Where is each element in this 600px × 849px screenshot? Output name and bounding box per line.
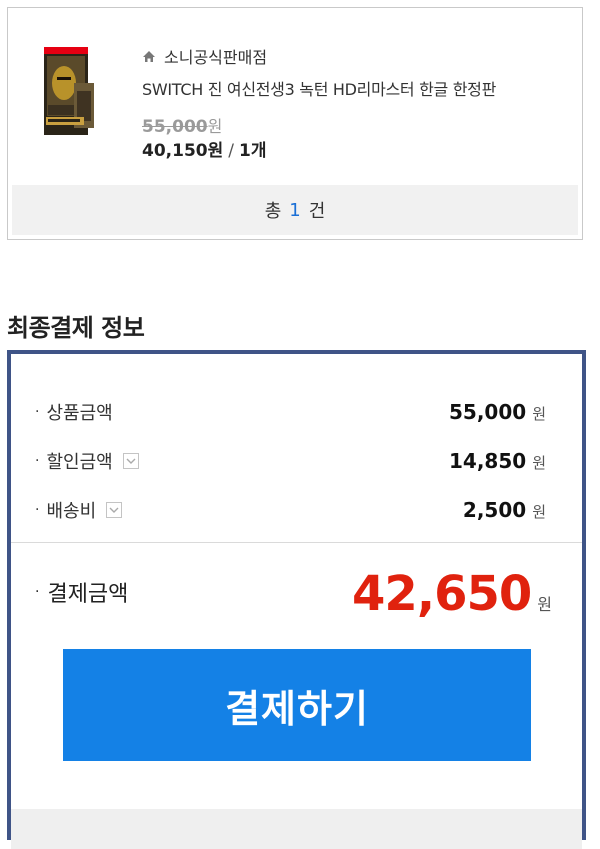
row-value: 55,000 (449, 400, 527, 424)
order-card: 소니공식판매점 SWITCH 진 여신전생3 녹턴 HD리마스터 한글 한정판 … (7, 7, 583, 240)
final-amount-label: · 결제금액 (35, 576, 128, 608)
row-value: 14,850 (449, 449, 527, 473)
final-amount-value: 42,650 (352, 566, 532, 622)
discount-detail-toggle[interactable] (122, 453, 139, 469)
divider (11, 542, 582, 543)
bullet: · (35, 453, 40, 469)
row-unit: 원 (532, 503, 546, 521)
final-amount-unit: 원 (537, 595, 552, 614)
sale-price-row: 40,150원 / 1개 (142, 136, 266, 161)
row-unit: 원 (532, 405, 546, 423)
home-icon (142, 49, 156, 63)
price-separator: / (228, 141, 234, 161)
total-prefix: 총 (264, 201, 282, 222)
total-suffix: 건 (308, 201, 326, 222)
original-price-value: 55,000 (142, 117, 208, 137)
shipping-detail-toggle[interactable] (106, 502, 123, 518)
bullet: · (35, 404, 40, 420)
order-total-bar: 총 1 건 (12, 185, 578, 235)
final-amount: 42,650 원 (352, 566, 552, 622)
product-name[interactable]: SWITCH 진 여신전생3 녹턴 HD리마스터 한글 한정판 (142, 76, 496, 100)
total-count: 1 (289, 199, 301, 221)
bullet: · (35, 502, 40, 518)
row-value: 2,500 (462, 498, 527, 522)
row-product-amount: · 상품금액 55,000 원 (35, 397, 546, 427)
row-unit: 원 (532, 454, 546, 472)
product-thumbnail[interactable] (44, 43, 96, 138)
sale-price: 40,150원 (142, 141, 224, 161)
row-label: 상품금액 (46, 403, 113, 424)
chevron-down-icon (126, 458, 136, 464)
shop-info[interactable]: 소니공식판매점 (142, 44, 267, 68)
pay-button[interactable]: 결제하기 (63, 649, 531, 761)
original-price: 55,000 원 (142, 113, 222, 137)
row-discount-amount: · 할인금액 14,850 원 (35, 446, 546, 476)
row-label: 할인금액 (46, 452, 113, 473)
payment-footer (11, 809, 582, 849)
quantity: 1개 (238, 141, 267, 161)
bullet: · (35, 584, 40, 600)
section-title: 최종결제 정보 (7, 314, 145, 342)
final-label-text: 결제금액 (47, 582, 129, 607)
row-label: 배송비 (46, 501, 97, 522)
row-shipping-fee: · 배송비 2,500 원 (35, 495, 546, 525)
payment-summary: · 상품금액 55,000 원 · 할인금액 14,850 원 · 배송비 2,… (7, 350, 586, 849)
chevron-down-icon (109, 507, 119, 513)
shop-name[interactable]: 소니공식판매점 (164, 44, 267, 68)
original-price-unit: 원 (207, 117, 223, 136)
